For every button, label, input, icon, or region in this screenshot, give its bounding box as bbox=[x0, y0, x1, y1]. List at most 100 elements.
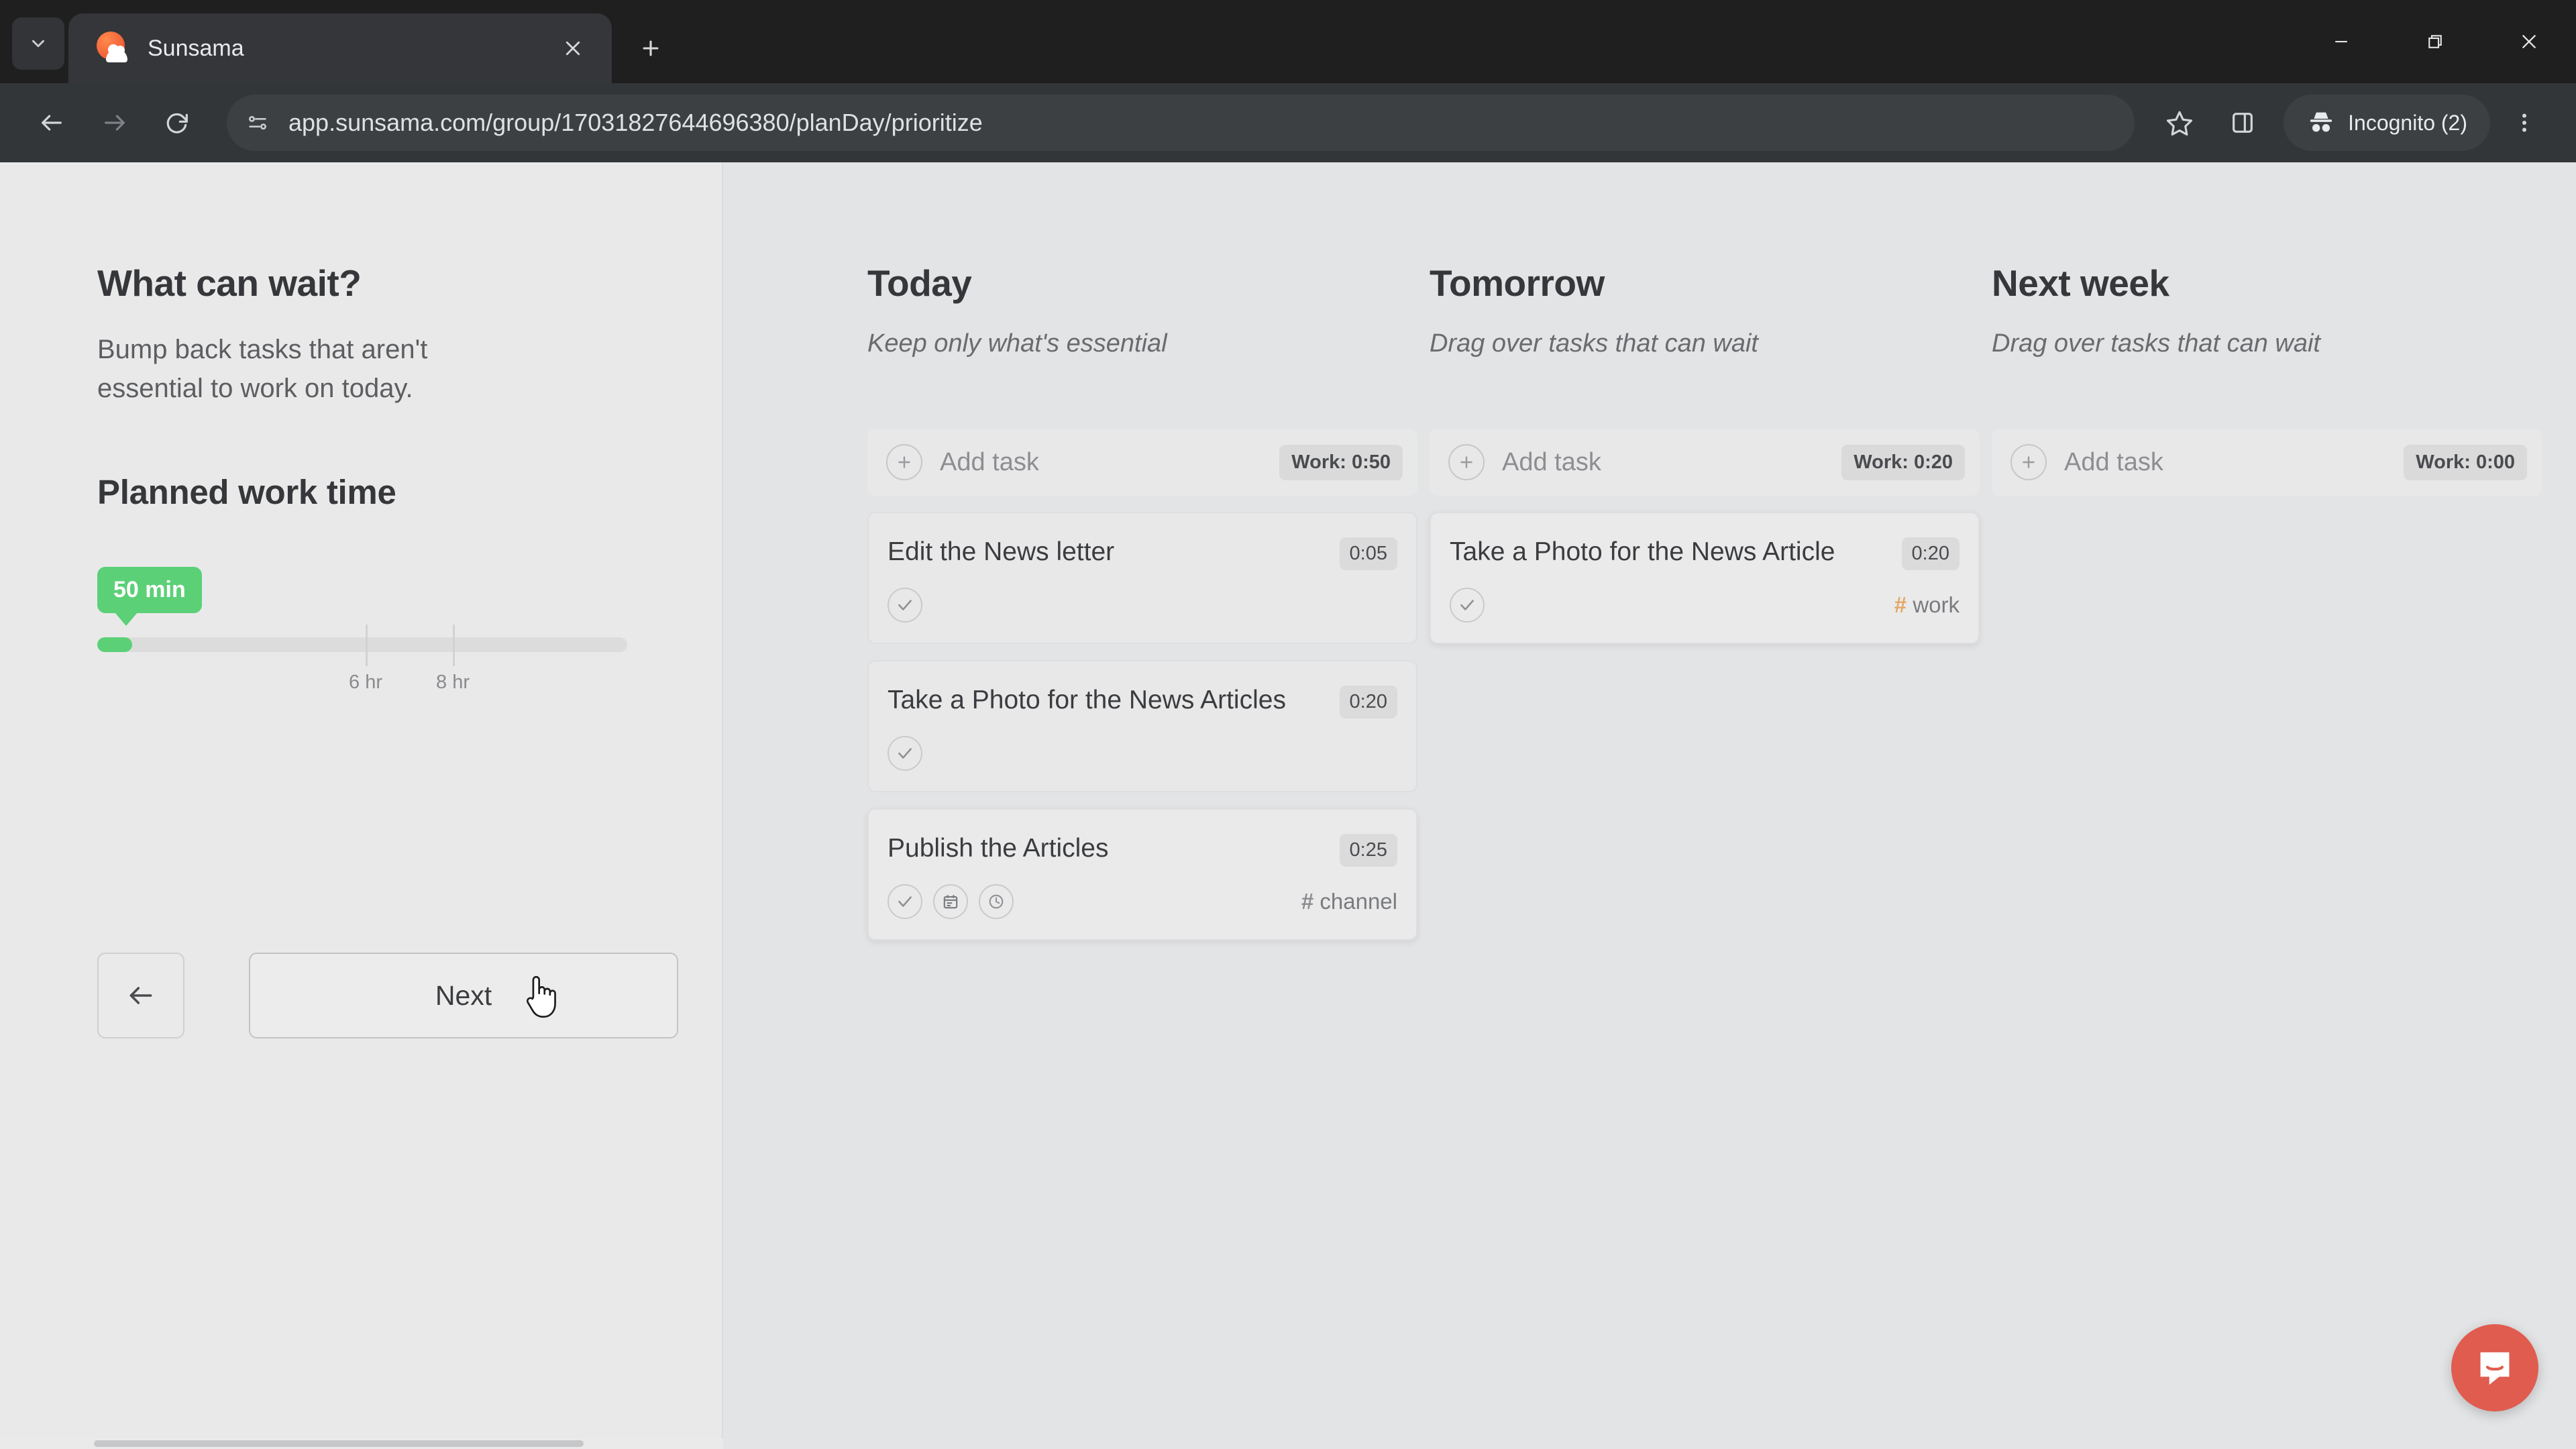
plus-icon bbox=[643, 40, 659, 56]
forward-button[interactable] bbox=[86, 94, 144, 152]
column-tomorrow: Tomorrow Drag over tasks that can wait A… bbox=[1430, 262, 1980, 1449]
tab-search-button[interactable] bbox=[12, 17, 64, 70]
task-title: Publish the Articles bbox=[888, 834, 1109, 863]
close-window-button[interactable] bbox=[2482, 0, 2576, 83]
add-task-label: Add task bbox=[940, 447, 1039, 476]
incognito-label: Incognito (2) bbox=[2348, 110, 2467, 135]
arrow-left-icon bbox=[129, 987, 152, 1004]
minimize-window-button[interactable] bbox=[2294, 0, 2388, 83]
arrow-right-icon bbox=[105, 115, 125, 131]
tab-strip: Sunsama bbox=[0, 0, 2576, 83]
sidebar-horizontal-scrollbar[interactable] bbox=[0, 1438, 723, 1449]
column-title: Next week bbox=[1992, 262, 2169, 304]
check-circle-icon[interactable] bbox=[1450, 588, 1485, 623]
work-total-badge: Work: 0:50 bbox=[1279, 444, 1403, 480]
check-circle-icon[interactable] bbox=[888, 884, 922, 919]
add-task-bar-today[interactable]: Add task Work: 0:50 bbox=[867, 429, 1417, 496]
planned-work-time-heading: Planned work time bbox=[97, 473, 396, 511]
plus-circle-icon bbox=[1448, 444, 1485, 480]
arrow-left-icon bbox=[42, 115, 62, 131]
incognito-hat-icon bbox=[2310, 112, 2332, 132]
calendar-icon[interactable] bbox=[933, 884, 968, 919]
url-text: app.sunsama.com/group/17031827644696380/… bbox=[288, 109, 983, 136]
side-panel-icon bbox=[2233, 113, 2253, 133]
close-icon bbox=[566, 41, 580, 56]
three-dots-icon bbox=[2522, 113, 2526, 132]
slider-tick-label-8hr: 8 hr bbox=[436, 672, 470, 693]
slider-value-badge: 50 min bbox=[97, 567, 202, 626]
browser-tab-sunsama[interactable]: Sunsama bbox=[68, 13, 612, 83]
prioritize-board: Today Keep only what's essential Add tas… bbox=[723, 162, 2576, 1449]
column-next-week: Next week Drag over tasks that can wait … bbox=[1992, 262, 2542, 1449]
task-title: Take a Photo for the News Articles bbox=[888, 686, 1286, 714]
back-step-button[interactable] bbox=[97, 953, 184, 1038]
slider-track[interactable] bbox=[97, 637, 627, 652]
column-title: Tomorrow bbox=[1430, 262, 1605, 304]
window-controls bbox=[2294, 0, 2576, 83]
new-tab-button[interactable] bbox=[627, 24, 675, 72]
task-card[interactable]: Take a Photo for the News Articles 0:20 bbox=[867, 660, 1417, 792]
slider-fill bbox=[97, 637, 132, 652]
work-total-badge: Work: 0:20 bbox=[1841, 444, 1965, 480]
slider-tick-6hr bbox=[366, 625, 368, 666]
plan-day-sidebar: What can wait? Bump back tasks that aren… bbox=[0, 162, 723, 1449]
page-content: What can wait? Bump back tasks that aren… bbox=[0, 162, 2576, 1449]
column-subtitle: Drag over tasks that can wait bbox=[1992, 329, 2320, 358]
task-card[interactable]: Edit the News letter 0:05 bbox=[867, 512, 1417, 644]
close-icon bbox=[2522, 34, 2536, 49]
task-channel-name: channel bbox=[1320, 889, 1397, 914]
task-title: Edit the News letter bbox=[888, 537, 1115, 566]
intercom-chat-button[interactable] bbox=[2451, 1324, 2538, 1411]
incognito-indicator[interactable]: Incognito (2) bbox=[2284, 95, 2490, 151]
site-settings-icon bbox=[249, 115, 266, 130]
next-button-label: Next bbox=[435, 979, 492, 1011]
reload-icon bbox=[166, 113, 188, 133]
add-task-bar-tomorrow[interactable]: Add task Work: 0:20 bbox=[1430, 429, 1980, 496]
task-duration-badge: 0:20 bbox=[1339, 686, 1397, 718]
browser-menu-button[interactable] bbox=[2496, 94, 2553, 152]
back-button[interactable] bbox=[23, 94, 80, 152]
task-card[interactable]: Take a Photo for the News Article 0:20 #… bbox=[1430, 512, 1980, 644]
task-title: Take a Photo for the News Article bbox=[1450, 537, 1835, 566]
task-channel-tag[interactable]: # work bbox=[1894, 592, 1960, 618]
slider-tick-8hr bbox=[453, 625, 455, 666]
task-channel-name: work bbox=[1913, 592, 1960, 617]
add-task-label: Add task bbox=[2064, 447, 2163, 476]
address-bar[interactable]: app.sunsama.com/group/17031827644696380/… bbox=[227, 95, 2135, 151]
clock-icon[interactable] bbox=[979, 884, 1014, 919]
check-circle-icon[interactable] bbox=[888, 588, 922, 623]
side-panel-button[interactable] bbox=[2214, 94, 2271, 152]
chevron-down-icon bbox=[32, 40, 44, 48]
restore-icon bbox=[2428, 35, 2442, 48]
page-description: Bump back tasks that aren't essential to… bbox=[97, 335, 428, 403]
check-circle-icon[interactable] bbox=[888, 736, 922, 771]
task-card[interactable]: Publish the Articles 0:25 # channel bbox=[867, 808, 1417, 941]
slider-tick-label-6hr: 6 hr bbox=[349, 672, 382, 693]
intercom-chat-icon bbox=[2480, 1352, 2510, 1385]
page-title: What can wait? bbox=[97, 262, 362, 304]
tab-title: Sunsama bbox=[148, 35, 244, 61]
browser-window: Sunsama app.sunsama.com/group/1703182764… bbox=[0, 0, 2576, 1449]
browser-toolbar: app.sunsama.com/group/17031827644696380/… bbox=[0, 83, 2576, 162]
planned-work-time-slider[interactable]: 50 min 6 hr 8 hr bbox=[97, 567, 634, 693]
close-tab-button[interactable] bbox=[554, 30, 592, 67]
site-settings-button[interactable] bbox=[236, 101, 279, 144]
bookmark-button[interactable] bbox=[2151, 94, 2208, 152]
column-subtitle: Drag over tasks that can wait bbox=[1430, 329, 1758, 358]
plus-circle-icon bbox=[886, 444, 922, 480]
hand-pointer-cursor bbox=[522, 971, 558, 1024]
add-task-bar-next-week[interactable]: Add task Work: 0:00 bbox=[1992, 429, 2542, 496]
column-title: Today bbox=[867, 262, 972, 304]
task-duration-badge: 0:25 bbox=[1339, 834, 1397, 867]
wizard-nav-buttons: Next bbox=[97, 953, 678, 1038]
add-task-label: Add task bbox=[1502, 447, 1601, 476]
next-button[interactable]: Next bbox=[249, 953, 678, 1038]
task-duration-badge: 0:20 bbox=[1901, 537, 1960, 570]
reload-button[interactable] bbox=[149, 94, 207, 152]
task-duration-badge: 0:05 bbox=[1339, 537, 1397, 570]
plus-circle-icon bbox=[2010, 444, 2047, 480]
board-horizontal-scrollbar[interactable] bbox=[1448, 1438, 2576, 1449]
star-icon bbox=[2167, 111, 2193, 136]
task-channel-tag[interactable]: # channel bbox=[1301, 889, 1397, 914]
maximize-window-button[interactable] bbox=[2388, 0, 2482, 83]
